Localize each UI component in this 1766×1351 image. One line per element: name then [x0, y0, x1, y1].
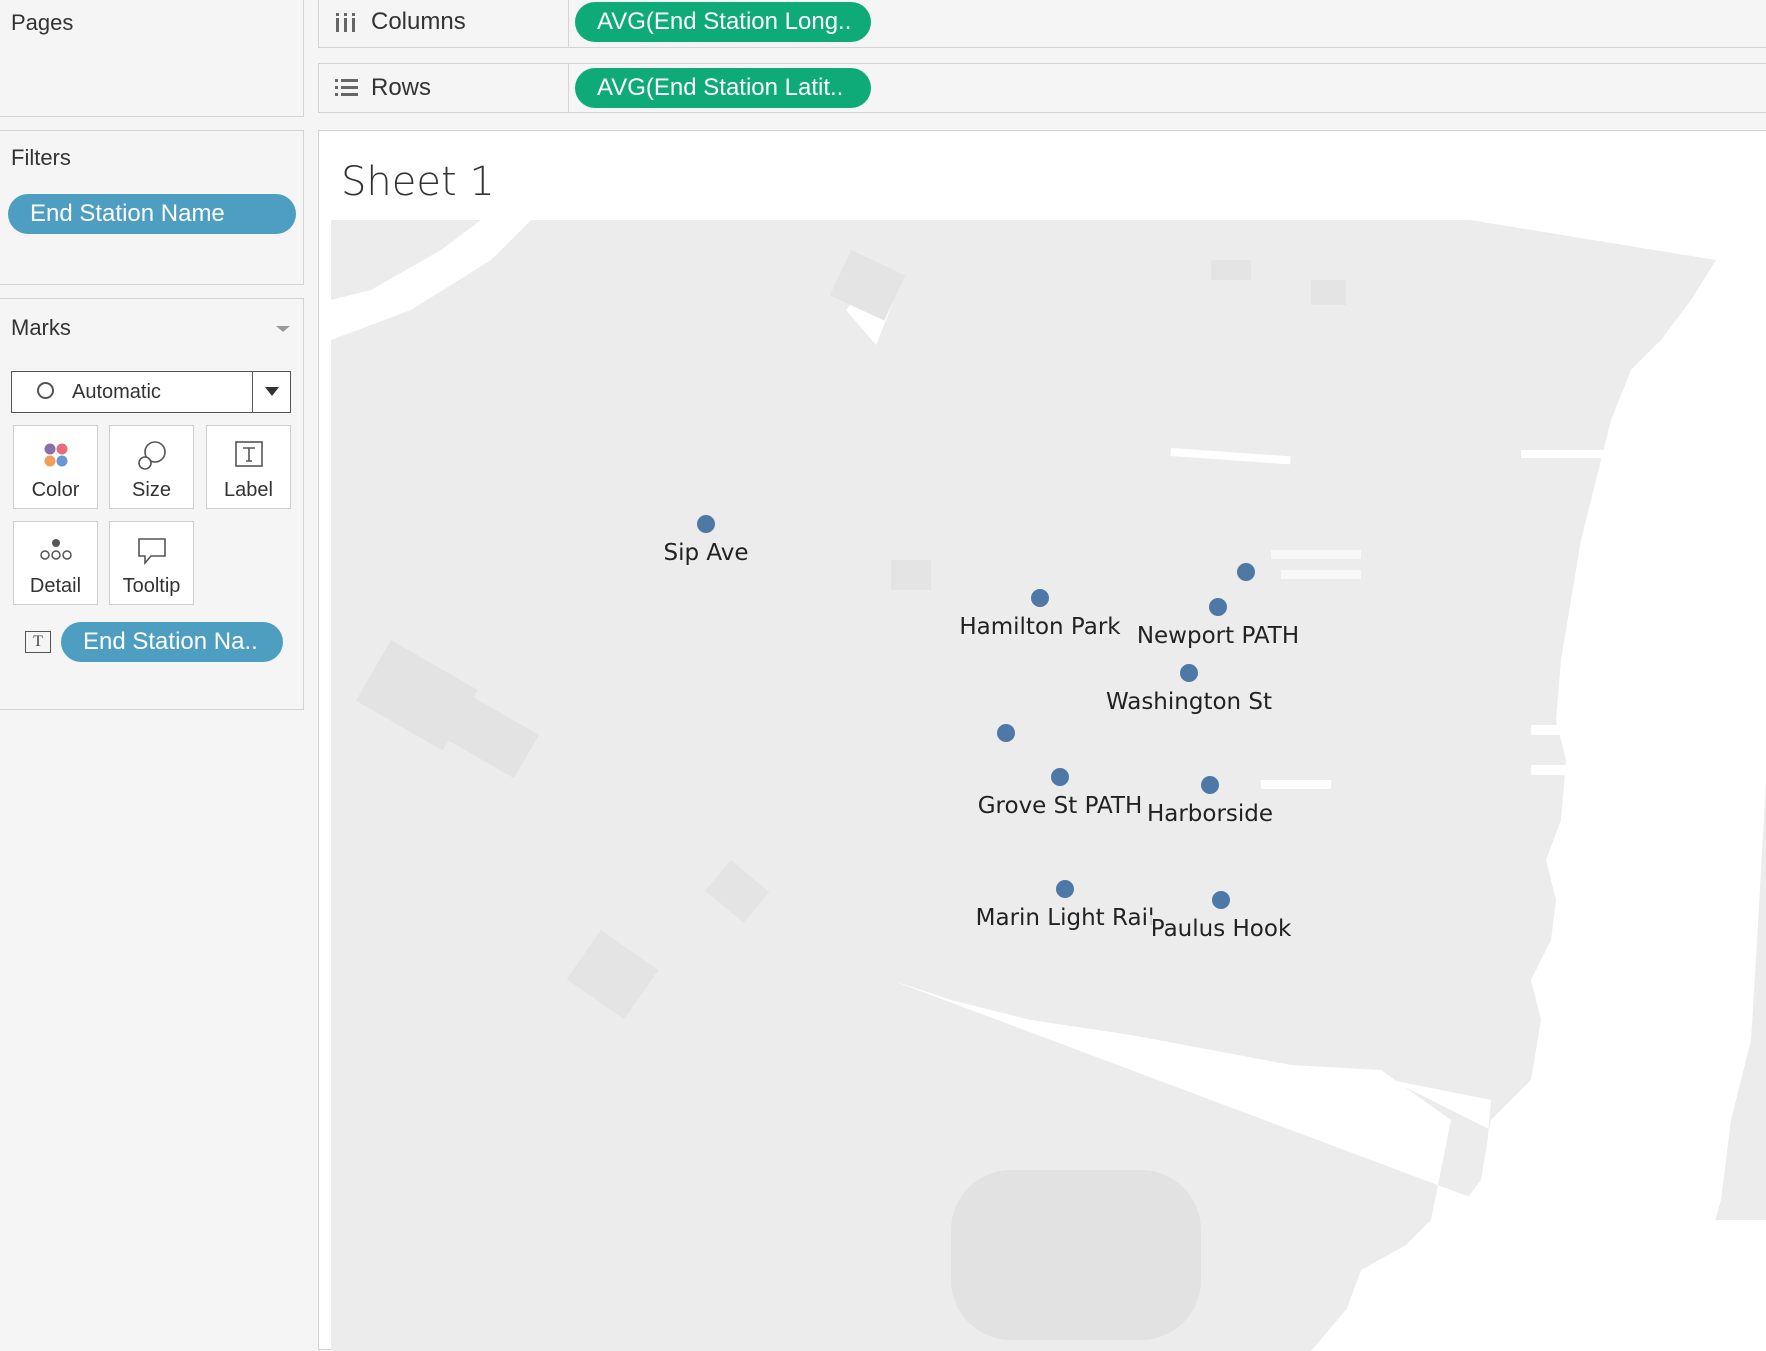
station-mark[interactable]	[1031, 589, 1049, 607]
filters-title: Filters	[11, 145, 71, 170]
map-svg[interactable]: Sip Ave Hamilton Park Newport PATH Washingt…	[331, 220, 1766, 1351]
columns-icon	[336, 13, 355, 32]
station-label: Washington St	[1106, 689, 1272, 715]
color-button[interactable]: Color	[13, 425, 98, 509]
mark-type-dropdown[interactable]: Automatic	[11, 371, 291, 413]
dropdown-arrow-icon[interactable]	[265, 387, 279, 396]
label-field-pill[interactable]: End Station Na..	[61, 622, 283, 662]
columns-separator	[568, 0, 569, 47]
detail-icon	[39, 539, 72, 560]
label-button[interactable]: Label	[206, 425, 291, 509]
size-label: Size	[132, 479, 171, 501]
marks-card: Marks Automatic Color Size Label Detail …	[0, 298, 304, 710]
map-view[interactable]: Sip Ave Hamilton Park Newport PATH Washingt…	[331, 220, 1766, 1351]
color-label: Color	[31, 479, 80, 501]
station-mark[interactable]	[1209, 598, 1227, 616]
mark-type-value: Automatic	[72, 381, 161, 403]
station-label: Sip Ave	[663, 540, 748, 566]
rows-separator	[568, 64, 569, 112]
tooltip-button[interactable]: Tooltip	[109, 521, 194, 605]
tooltip-label: Tooltip	[122, 575, 181, 597]
station-label: Marin Light Rail	[976, 905, 1155, 931]
columns-shelf[interactable]: Columns AVG(End Station Long..	[318, 0, 1766, 48]
rows-shelf[interactable]: Rows AVG(End Station Latit..	[318, 63, 1766, 113]
rows-icon	[335, 79, 358, 96]
pages-shelf[interactable]: Pages	[0, 0, 304, 117]
label-text-icon	[234, 441, 263, 467]
tooltip-speech-bubble-icon	[137, 538, 166, 566]
pages-title: Pages	[11, 10, 74, 35]
label-encoding-icon[interactable]: T	[25, 631, 51, 653]
detail-label: Detail	[29, 575, 82, 597]
label-label: Label	[224, 479, 273, 501]
detail-button[interactable]: Detail	[13, 521, 98, 605]
station-label: Newport PATH	[1137, 623, 1299, 649]
station-label: Harborside	[1147, 801, 1273, 827]
color-icon	[44, 443, 67, 467]
station-mark[interactable]	[1201, 776, 1219, 794]
circle-mark-icon	[37, 382, 54, 399]
sheet-title[interactable]: Sheet 1	[341, 159, 495, 205]
filters-shelf[interactable]: Filters End Station Name	[0, 130, 304, 285]
marks-title: Marks	[11, 315, 71, 340]
station-mark[interactable]	[1051, 768, 1069, 786]
station-label: Paulus Hook	[1151, 916, 1292, 942]
filter-pill-end-station-name[interactable]: End Station Name	[8, 194, 296, 234]
size-button[interactable]: Size	[109, 425, 194, 509]
station-mark[interactable]	[697, 515, 715, 533]
station-label: Grove St PATH	[978, 793, 1143, 819]
worksheet-view: Sheet 1 Sip Ave Hamilton Park Newport PA…	[318, 130, 1766, 1351]
marks-menu-chevron-icon[interactable]	[275, 324, 291, 334]
size-icon	[137, 441, 166, 470]
station-mark[interactable]	[1212, 891, 1230, 909]
map-basemap	[331, 220, 1766, 1351]
rows-pill-avg-latitude[interactable]: AVG(End Station Latit..	[575, 68, 871, 108]
station-mark[interactable]	[1237, 563, 1255, 581]
station-mark[interactable]	[1056, 880, 1074, 898]
columns-pill-avg-longitude[interactable]: AVG(End Station Long..	[575, 2, 871, 42]
rows-label: Rows	[371, 74, 432, 101]
station-label: Hamilton Park	[959, 614, 1121, 640]
dropdown-separator	[252, 372, 253, 412]
station-mark[interactable]	[1180, 664, 1198, 682]
columns-label: Columns	[371, 8, 466, 35]
station-mark[interactable]	[997, 724, 1015, 742]
